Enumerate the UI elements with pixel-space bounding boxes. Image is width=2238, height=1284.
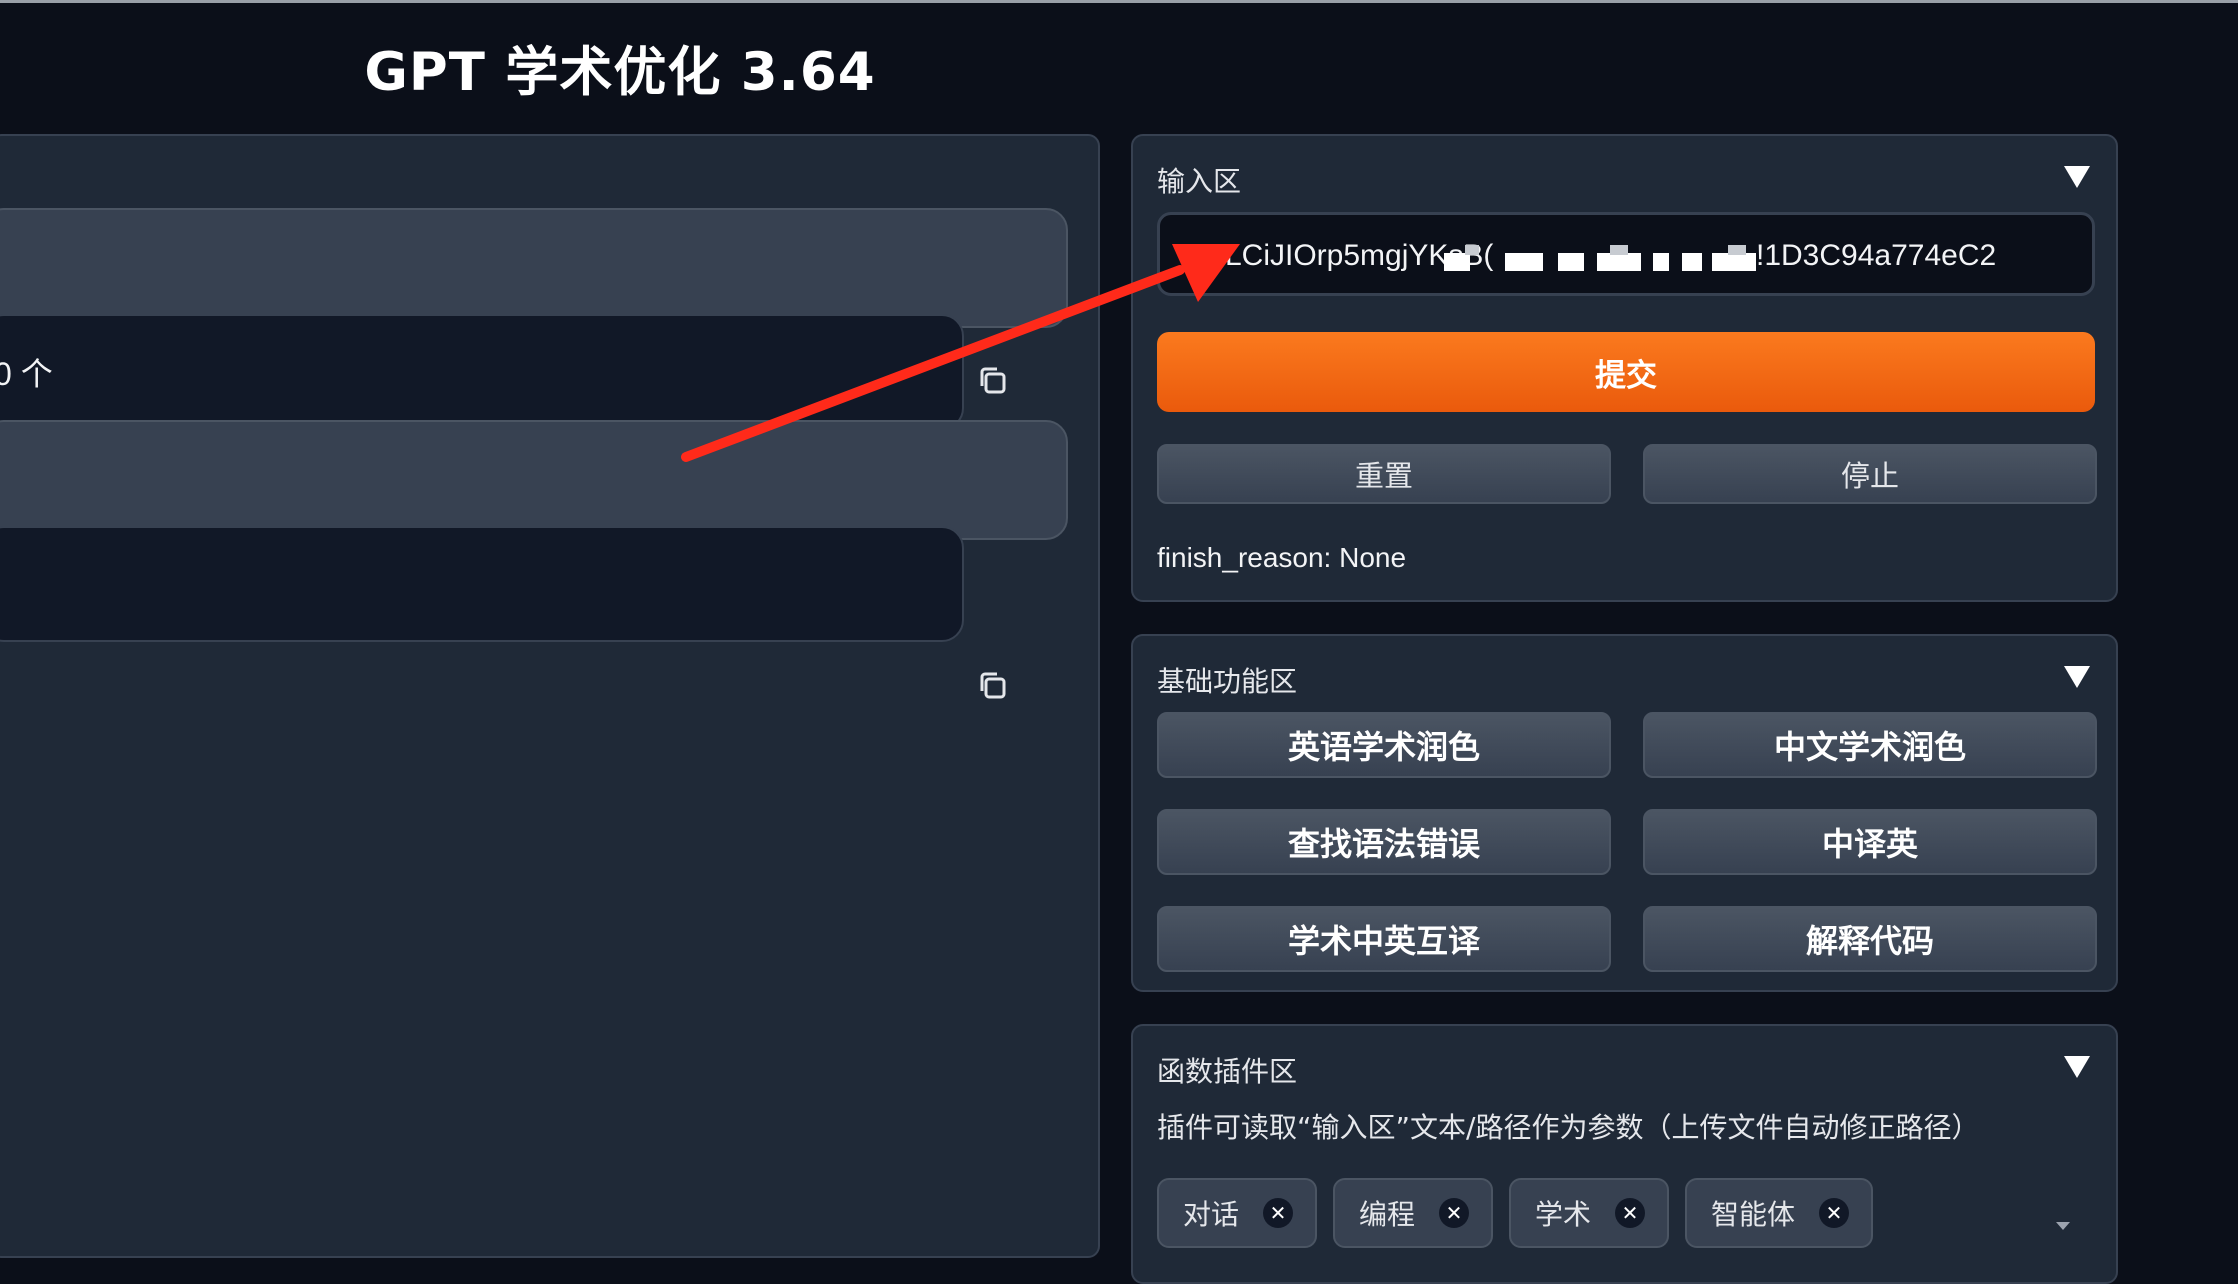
arrow-shaft [681,265,1185,462]
annotation-arrow [681,244,1240,462]
chevron-down-icon[interactable] [2056,1222,2070,1230]
